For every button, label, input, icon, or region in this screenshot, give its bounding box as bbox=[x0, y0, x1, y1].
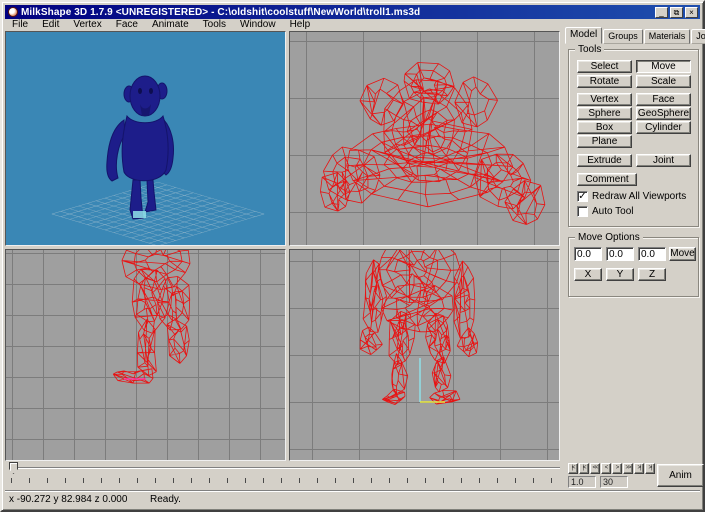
tab-joints[interactable]: Joints bbox=[691, 29, 705, 44]
tool-geosphere-button[interactable]: GeoSphere bbox=[636, 107, 691, 120]
axis-x-button[interactable]: X bbox=[574, 268, 602, 281]
go-last-frame-button[interactable]: >| bbox=[645, 463, 655, 474]
auto-tool-checkbox[interactable]: Auto Tool bbox=[577, 206, 634, 217]
viewport-front[interactable] bbox=[289, 249, 560, 461]
status-message: Ready. bbox=[150, 494, 181, 505]
perspective-model-view bbox=[6, 32, 285, 245]
tool-extrude-button[interactable]: Extrude bbox=[577, 154, 632, 167]
menu-vertex[interactable]: Vertex bbox=[66, 19, 108, 31]
go-first-frame-button[interactable]: |< bbox=[568, 463, 578, 474]
tab-model[interactable]: Model bbox=[565, 27, 602, 44]
status-coordinates: x -90.272 y 82.984 z 0.000 bbox=[9, 494, 142, 505]
step-forward-button[interactable]: > bbox=[612, 463, 622, 474]
tool-select-button[interactable]: Select bbox=[577, 60, 632, 73]
status-bar: x -90.272 y 82.984 z 0.000 Ready. bbox=[5, 490, 700, 507]
tools-group-title: Tools bbox=[575, 44, 604, 55]
tool-plane-button[interactable]: Plane bbox=[577, 135, 632, 148]
move-options-title: Move Options bbox=[575, 232, 643, 243]
viewport-top[interactable] bbox=[289, 31, 560, 246]
minimize-button[interactable]: _ bbox=[655, 7, 668, 18]
tool-scale-button[interactable]: Scale bbox=[636, 75, 691, 88]
menu-animate[interactable]: Animate bbox=[145, 19, 196, 31]
tab-groups[interactable]: Groups bbox=[603, 29, 643, 44]
axis-y-button[interactable]: Y bbox=[606, 268, 634, 281]
checkbox-mark[interactable] bbox=[577, 206, 588, 217]
checkbox-mark[interactable]: ✓ bbox=[577, 191, 588, 202]
app-icon bbox=[8, 7, 18, 17]
move-z-input[interactable] bbox=[638, 247, 666, 261]
viewport-side[interactable] bbox=[5, 249, 286, 461]
top-wireframe-view bbox=[290, 32, 559, 245]
tool-vertex-button[interactable]: Vertex bbox=[577, 93, 632, 106]
menu-tools[interactable]: Tools bbox=[196, 19, 233, 31]
move-apply-button[interactable]: Move bbox=[669, 247, 696, 261]
menu-face[interactable]: Face bbox=[109, 19, 145, 31]
redraw-all-viewports-label: Redraw All Viewports bbox=[592, 191, 686, 202]
menu-edit[interactable]: Edit bbox=[35, 19, 66, 31]
step-back-button[interactable]: < bbox=[601, 463, 611, 474]
move-options-groupbox: Move Options Move X Y Z bbox=[568, 237, 699, 297]
prev-keyframe-button[interactable]: |< bbox=[579, 463, 589, 474]
total-frames-field[interactable]: 30 bbox=[600, 476, 628, 488]
tool-joint-button[interactable]: Joint bbox=[636, 154, 691, 167]
viewport-3d[interactable] bbox=[5, 31, 286, 246]
tool-cylinder-button[interactable]: Cylinder bbox=[636, 121, 691, 134]
redraw-all-viewports-checkbox[interactable]: ✓ Redraw All Viewports bbox=[577, 191, 686, 202]
next-keyframe-button[interactable]: >| bbox=[634, 463, 644, 474]
tool-sphere-button[interactable]: Sphere bbox=[577, 107, 632, 120]
frame-slider-track[interactable] bbox=[9, 467, 560, 469]
frame-slider-handle[interactable] bbox=[9, 462, 18, 474]
tool-face-button[interactable]: Face bbox=[636, 93, 691, 106]
window-title: MilkShape 3D 1.7.9 <UNREGISTERED> - C:\o… bbox=[21, 6, 653, 19]
maximize-button[interactable]: ⧉ bbox=[670, 7, 683, 18]
menu-window[interactable]: Window bbox=[233, 19, 283, 31]
current-frame-field[interactable]: 1.0 bbox=[568, 476, 596, 488]
fast-backward-button[interactable]: << bbox=[590, 463, 600, 474]
fast-forward-button[interactable]: >> bbox=[623, 463, 633, 474]
menu-help[interactable]: Help bbox=[283, 19, 318, 31]
close-button[interactable]: × bbox=[685, 7, 698, 18]
title-bar[interactable]: MilkShape 3D 1.7.9 <UNREGISTERED> - C:\o… bbox=[5, 5, 700, 19]
move-y-input[interactable] bbox=[606, 247, 634, 261]
tab-materials[interactable]: Materials bbox=[644, 29, 691, 44]
move-x-input[interactable] bbox=[574, 247, 602, 261]
animation-bar: |< |< << < > >> >| >| 1.0 30 Anim bbox=[5, 462, 700, 489]
tools-groupbox: Tools Select Move Rotate Scale Vertex Fa… bbox=[568, 49, 699, 227]
tool-box-button[interactable]: Box bbox=[577, 121, 632, 134]
side-wireframe-view bbox=[6, 250, 285, 460]
panel-tabs: Model Groups Materials Joints bbox=[565, 30, 705, 44]
app-window: MilkShape 3D 1.7.9 <UNREGISTERED> - C:\o… bbox=[0, 0, 705, 512]
menu-file[interactable]: File bbox=[5, 19, 35, 31]
side-panel: Model Groups Materials Joints Tools Sele… bbox=[563, 30, 705, 458]
axis-z-button[interactable]: Z bbox=[638, 268, 666, 281]
auto-tool-label: Auto Tool bbox=[592, 206, 634, 217]
front-wireframe-view bbox=[290, 250, 559, 460]
comment-button[interactable]: Comment bbox=[577, 173, 637, 186]
frame-ruler bbox=[11, 478, 561, 483]
tool-move-button[interactable]: Move bbox=[636, 60, 691, 73]
tool-rotate-button[interactable]: Rotate bbox=[577, 75, 632, 88]
anim-toggle-button[interactable]: Anim bbox=[657, 464, 704, 487]
